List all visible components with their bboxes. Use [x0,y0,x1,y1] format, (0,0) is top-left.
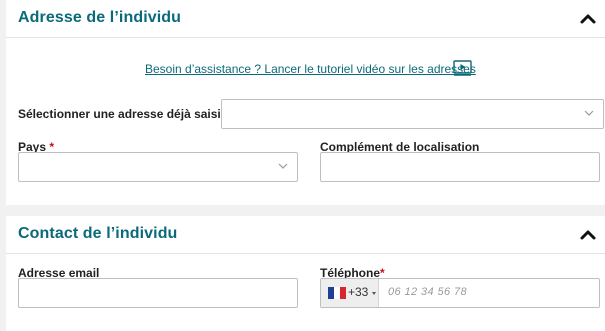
video-play-icon[interactable] [453,60,472,76]
video-tutorial-link[interactable]: Besoin d’assistance ? Lancer le tutoriel… [145,62,476,76]
location-complement-input[interactable] [320,152,600,182]
contact-section-title: Contact de l’individu [18,225,178,242]
existing-address-select[interactable] [221,99,604,129]
caret-down-icon [372,292,376,295]
country-select[interactable] [18,152,298,182]
phone-placeholder: 06 12 34 56 78 [388,286,468,298]
address-section-header[interactable]: Adresse de l’individu [6,0,605,38]
phone-input[interactable]: +33 06 12 34 56 78 [320,278,600,308]
phone-country-code: +33 [348,285,369,299]
contact-section: Contact de l’individu Adresse email Télé… [6,216,605,331]
phone-country-selector[interactable]: +33 [321,279,379,307]
help-row: Besoin d’assistance ? Lancer le tutoriel… [6,60,605,78]
chevron-down-icon [584,110,594,116]
existing-address-label: Sélectionner une adresse déjà saisie : [18,107,235,121]
email-input[interactable] [18,278,298,308]
chevron-up-icon[interactable] [579,227,597,241]
address-section-title: Adresse de l’individu [18,9,182,26]
contact-section-header[interactable]: Contact de l’individu [6,216,605,254]
address-section: Adresse de l’individu Besoin d’assistanc… [6,0,605,205]
france-flag-icon [328,287,346,299]
chevron-up-icon[interactable] [579,11,597,25]
chevron-down-icon [278,163,288,169]
